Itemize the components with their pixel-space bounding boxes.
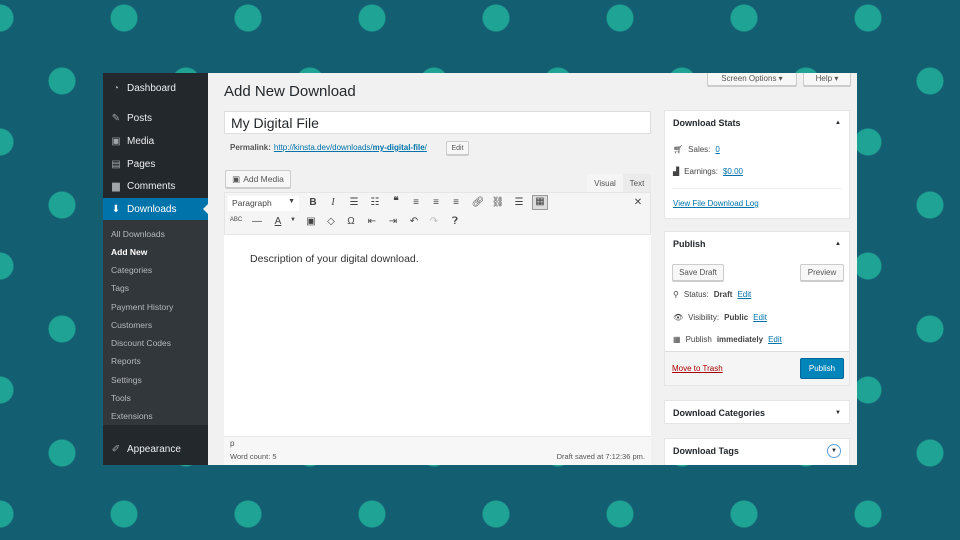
text-color-icon[interactable]: A bbox=[270, 216, 286, 227]
submenu-payment-history[interactable]: Payment History bbox=[111, 302, 173, 312]
menu-media[interactable]: ▣ Media bbox=[103, 130, 208, 152]
indent-icon[interactable]: ⇥ bbox=[385, 216, 401, 227]
clear-formatting-icon[interactable]: ◇ bbox=[323, 216, 339, 227]
pages-icon: ▤ bbox=[111, 158, 121, 170]
download-categories-box[interactable]: Download Categories ▼ bbox=[664, 400, 850, 424]
cart-icon: 🛒︎ bbox=[673, 145, 684, 154]
help-button[interactable]: Help ▾ bbox=[803, 73, 851, 86]
permalink-edit-button[interactable]: Edit bbox=[446, 141, 469, 155]
title-input[interactable]: My Digital File bbox=[224, 111, 651, 134]
collapse-icon[interactable]: ▲ bbox=[835, 120, 841, 126]
pin-icon: ✎ bbox=[111, 112, 121, 124]
page-title: Add New Download bbox=[224, 83, 356, 100]
brush-icon: ✐ bbox=[111, 443, 121, 455]
sales-link[interactable]: 0 bbox=[715, 145, 719, 154]
menu-dashboard[interactable]: ◔ Dashboard bbox=[103, 77, 208, 99]
download-stats-box: Download Stats ▲ 🛒︎ Sales: 0 ▟ Earnings: $0.0… bbox=[664, 110, 850, 219]
submenu-categories[interactable]: Categories bbox=[111, 265, 152, 275]
align-left-icon[interactable]: ≡ bbox=[408, 197, 424, 208]
link-icon[interactable]: 🔗︎ bbox=[470, 197, 486, 208]
format-select[interactable]: Paragraph ▼ bbox=[228, 196, 299, 211]
submenu-discount-codes[interactable]: Discount Codes bbox=[111, 338, 171, 348]
toolbar-toggle-icon[interactable]: ▦ bbox=[532, 195, 548, 210]
draft-saved: Draft saved at 7:12:36 pm. bbox=[556, 452, 645, 461]
submenu-customers[interactable]: Customers bbox=[111, 320, 152, 330]
dashboard-icon: ◔ bbox=[112, 82, 120, 94]
expand-icon[interactable]: ▼ bbox=[835, 410, 841, 416]
submenu-all-downloads[interactable]: All Downloads bbox=[111, 229, 165, 239]
download-stats-header[interactable]: Download Stats ▲ bbox=[665, 111, 849, 135]
chevron-down-icon: ▼ bbox=[288, 198, 295, 205]
submenu-extensions[interactable]: Extensions bbox=[111, 411, 153, 421]
media-icon: ▣ bbox=[232, 173, 241, 184]
numbered-list-icon[interactable]: ☷ bbox=[367, 197, 383, 208]
align-right-icon[interactable]: ≡ bbox=[448, 197, 464, 208]
tab-visual[interactable]: Visual bbox=[587, 174, 623, 192]
bullet-list-icon[interactable]: ☰ bbox=[346, 197, 362, 208]
special-character-icon[interactable]: Ω bbox=[343, 216, 359, 227]
view-download-log-link[interactable]: View File Download Log bbox=[673, 199, 759, 208]
bold-icon[interactable]: B bbox=[305, 197, 321, 208]
publish-box: Publish ▲ Save Draft Preview ⚲ Status: Draf… bbox=[664, 231, 850, 386]
preview-button[interactable]: Preview bbox=[800, 264, 844, 281]
earnings-link[interactable]: $0.00 bbox=[723, 167, 743, 176]
calendar-icon: ▦ bbox=[673, 335, 681, 344]
publish-button[interactable]: Publish bbox=[800, 358, 844, 379]
paste-text-icon[interactable]: ▣ bbox=[303, 216, 319, 227]
editor-content[interactable]: Description of your digital download. bbox=[224, 235, 651, 436]
word-count: Word count: 5 bbox=[230, 452, 277, 461]
help-icon[interactable]: ❓︎ bbox=[447, 216, 463, 227]
menu-pages[interactable]: ▤ Pages bbox=[103, 153, 208, 175]
editor-status-bar: p Word count: 5 Draft saved at 7:12:36 p… bbox=[224, 436, 651, 465]
permalink-link[interactable]: http://kinsta.dev/downloads/my-digital-f… bbox=[274, 143, 427, 152]
save-draft-button[interactable]: Save Draft bbox=[672, 264, 724, 281]
wp-admin-window: ◔ Dashboard ✎ Posts ▣ Media ▤ Pages ▆ Comment… bbox=[103, 73, 857, 465]
divider bbox=[672, 188, 842, 189]
edit-schedule-link[interactable]: Edit bbox=[768, 335, 782, 344]
unlink-icon[interactable]: ⛓ bbox=[490, 197, 506, 208]
menu-appearance[interactable]: ✐ Appearance bbox=[103, 438, 208, 460]
strikethrough-icon[interactable]: ABC bbox=[228, 217, 244, 223]
undo-icon[interactable]: ↶ bbox=[406, 216, 422, 227]
outdent-icon[interactable]: ⇤ bbox=[364, 216, 380, 227]
menu-comments[interactable]: ▆ Comments bbox=[103, 175, 208, 197]
submenu-tags[interactable]: Tags bbox=[111, 283, 129, 293]
submenu-tools[interactable]: Tools bbox=[111, 393, 131, 403]
horizontal-line-icon[interactable]: — bbox=[249, 216, 265, 227]
submenu-reports[interactable]: Reports bbox=[111, 356, 141, 366]
submenu-settings[interactable]: Settings bbox=[111, 375, 142, 385]
download-tags-box[interactable]: Download Tags ▼ bbox=[664, 438, 850, 465]
expand-icon[interactable]: ▼ bbox=[827, 444, 841, 458]
menu-posts[interactable]: ✎ Posts bbox=[103, 107, 208, 129]
read-more-icon[interactable]: ☰ bbox=[511, 197, 527, 208]
tab-text[interactable]: Text bbox=[623, 174, 651, 192]
collapse-icon[interactable]: ▲ bbox=[835, 241, 841, 247]
admin-sidebar: ◔ Dashboard ✎ Posts ▣ Media ▤ Pages ▆ Comment… bbox=[103, 73, 208, 465]
chart-icon: ▟ bbox=[673, 167, 680, 176]
downloads-submenu: All Downloads Add New Categories Tags Pa… bbox=[103, 220, 208, 425]
align-center-icon[interactable]: ≡ bbox=[428, 197, 444, 208]
menu-downloads[interactable]: ⬇ Downloads bbox=[103, 198, 208, 220]
publish-header[interactable]: Publish ▲ bbox=[665, 232, 849, 256]
italic-icon[interactable]: I bbox=[325, 197, 341, 208]
fullscreen-icon[interactable]: ✕ bbox=[630, 197, 646, 208]
eye-icon: 👁︎ bbox=[673, 313, 684, 322]
element-path[interactable]: p bbox=[230, 439, 234, 448]
media-icon: ▣ bbox=[111, 135, 121, 147]
edit-visibility-link[interactable]: Edit bbox=[753, 313, 767, 322]
blockquote-icon[interactable]: ❝ bbox=[388, 196, 404, 207]
edit-status-link[interactable]: Edit bbox=[737, 290, 751, 299]
move-to-trash-link[interactable]: Move to Trash bbox=[672, 364, 723, 373]
add-media-button[interactable]: ▣ Add Media bbox=[225, 170, 291, 188]
chevron-down-icon[interactable]: ▼ bbox=[285, 217, 301, 223]
download-icon: ⬇ bbox=[111, 203, 121, 215]
permalink-row: Permalink: http://kinsta.dev/downloads/m… bbox=[230, 143, 427, 152]
redo-icon[interactable]: ↷ bbox=[426, 216, 442, 227]
pin-icon: ⚲ bbox=[673, 290, 679, 299]
submenu-add-new[interactable]: Add New bbox=[111, 247, 147, 257]
screen-options-button[interactable]: Screen Options ▾ bbox=[707, 73, 797, 86]
comment-icon: ▆ bbox=[112, 180, 120, 192]
